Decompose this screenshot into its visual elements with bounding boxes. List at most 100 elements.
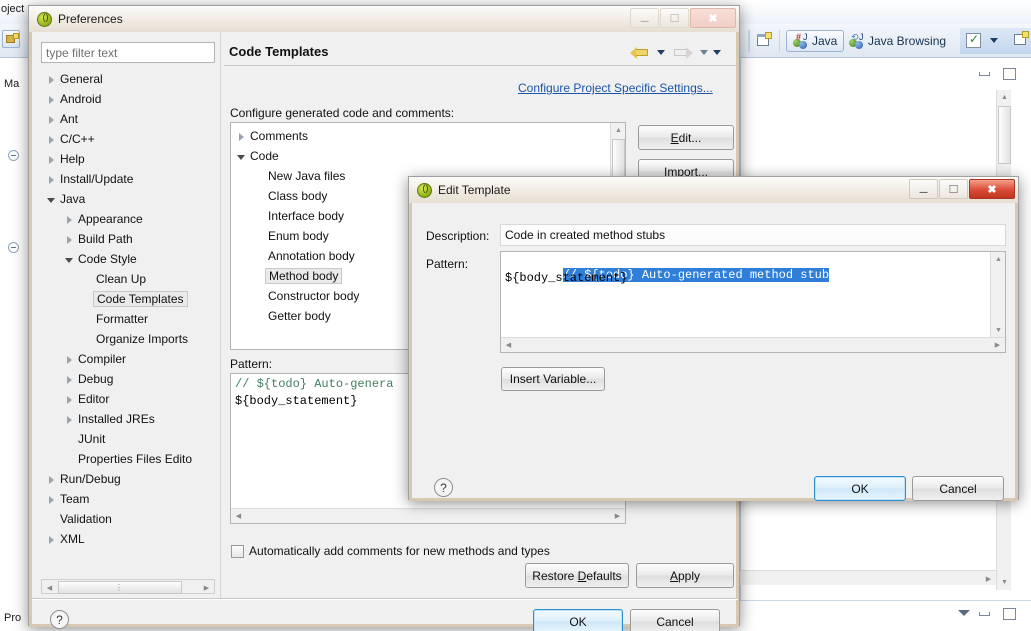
chevron-right-icon[interactable] xyxy=(45,173,58,186)
tree-collapse-icon-2[interactable] xyxy=(8,242,19,253)
edit-template-button[interactable]: Edit... xyxy=(638,125,734,150)
sidebar-item-android[interactable]: Android xyxy=(41,89,215,109)
sidebar-item-ant[interactable]: Ant xyxy=(41,109,215,129)
toolbar-dropdown-icon[interactable] xyxy=(990,38,998,43)
minimize-view-icon[interactable] xyxy=(979,72,990,76)
preferences-category-tree[interactable]: General Android Ant C/C++ Help Install/Update… xyxy=(41,69,215,577)
new-window-icon[interactable] xyxy=(756,32,773,49)
chevron-right-icon[interactable] xyxy=(63,233,76,246)
description-input[interactable]: Code in created method stubs xyxy=(500,224,1006,246)
sidebar-item-java[interactable]: Java xyxy=(41,189,215,209)
pattern-scroll-left-arrow[interactable]: ◀ xyxy=(231,509,246,523)
restore-defaults-button[interactable]: Restore Defaults xyxy=(525,563,629,588)
sidebar-item-code-templates[interactable]: Code Templates xyxy=(41,289,215,309)
maximize-icon[interactable]: ☐ xyxy=(939,179,968,199)
sidebar-item-xml[interactable]: XML xyxy=(41,529,215,549)
chevron-right-icon[interactable] xyxy=(63,413,76,426)
sidebar-item-clean-up[interactable]: Clean Up xyxy=(41,269,215,289)
chevron-right-icon[interactable] xyxy=(45,493,58,506)
minimize-icon[interactable]: ⚊ xyxy=(630,8,659,28)
pattern-editor-vscrollbar[interactable]: ▲ ▼ xyxy=(990,252,1005,338)
preferences-titlebar[interactable]: Preferences ⚊ ☐ ✖ xyxy=(29,6,739,32)
tree-collapse-icon-1[interactable] xyxy=(8,150,19,161)
view-menu-icon[interactable] xyxy=(713,50,721,55)
sidebar-item-compiler[interactable]: Compiler xyxy=(41,349,215,369)
editor-horizontal-scrollbar[interactable]: ▶ xyxy=(740,570,996,585)
forward-arrow-icon[interactable] xyxy=(673,45,693,60)
pattern-editor-scroll-left-arrow[interactable]: ◀ xyxy=(501,338,516,352)
help-icon[interactable]: ? xyxy=(50,610,69,629)
category-tree-hscrollbar[interactable]: ◀ ⋮ ▶ xyxy=(41,579,215,594)
sidebar-item-code-style[interactable]: Code Style xyxy=(41,249,215,269)
chevron-right-icon[interactable] xyxy=(45,133,58,146)
preferences-ok-button[interactable]: OK xyxy=(533,609,623,631)
close-icon[interactable]: ✖ xyxy=(690,8,736,28)
chevron-right-icon[interactable] xyxy=(63,373,76,386)
back-arrow-icon[interactable] xyxy=(630,45,650,60)
pattern-preview-hscrollbar[interactable]: ◀ ▶ xyxy=(231,508,625,523)
templates-scroll-up-arrow[interactable]: ▲ xyxy=(611,123,625,138)
ide-bottom-tab-label[interactable]: Pro xyxy=(4,612,21,624)
help-icon[interactable]: ? xyxy=(434,478,453,497)
sidebar-item-appearance[interactable]: Appearance xyxy=(41,209,215,229)
chevron-right-icon[interactable] xyxy=(235,130,248,143)
chevron-right-icon[interactable] xyxy=(63,353,76,366)
minimize-icon[interactable]: ⚊ xyxy=(909,179,938,199)
new-package-toolbar-icon[interactable] xyxy=(2,30,20,48)
configure-project-specific-settings-link[interactable]: Configure Project Specific Settings... xyxy=(518,81,713,95)
perspective-button-java[interactable]: # J Java xyxy=(786,30,845,52)
new-package-icon[interactable] xyxy=(1013,31,1030,48)
pattern-editor[interactable]: // ${todo} Auto-generated method stub ${… xyxy=(500,251,1006,353)
scroll-left-arrow[interactable]: ◀ xyxy=(42,580,57,595)
maximize-view-icon[interactable] xyxy=(1003,68,1016,80)
sidebar-item-validation[interactable]: Validation xyxy=(41,509,215,529)
sidebar-item-formatter[interactable]: Formatter xyxy=(41,309,215,329)
chevron-right-icon[interactable] xyxy=(45,153,58,166)
sidebar-item-install-update[interactable]: Install/Update xyxy=(41,169,215,189)
chevron-right-icon[interactable] xyxy=(45,473,58,486)
pattern-editor-scroll-up-arrow[interactable]: ▲ xyxy=(991,252,1005,267)
sidebar-item-team[interactable]: Team xyxy=(41,489,215,509)
template-item-comments[interactable]: Comments xyxy=(231,126,610,146)
sidebar-item-junit[interactable]: JUnit xyxy=(41,429,215,449)
preferences-cancel-button[interactable]: Cancel xyxy=(630,609,720,631)
chevron-right-icon[interactable] xyxy=(45,113,58,126)
scroll-down-arrow[interactable]: ▼ xyxy=(997,575,1012,590)
auto-comments-checkbox-row[interactable]: Automatically add comments for new metho… xyxy=(231,544,550,558)
maximize-icon[interactable]: ☐ xyxy=(660,8,689,28)
apply-button[interactable]: Apply xyxy=(636,563,734,588)
perspective-button-java-browsing[interactable]: ⟲ J Java Browsing xyxy=(843,30,952,52)
sidebar-item-c-c[interactable]: C/C++ xyxy=(41,129,215,149)
chevron-right-icon[interactable] xyxy=(45,93,58,106)
sidebar-item-general[interactable]: General xyxy=(41,69,215,89)
scroll-right-arrow[interactable]: ▶ xyxy=(981,571,996,586)
checkmark-toolbar-icon[interactable]: ✓ xyxy=(966,32,981,48)
sidebar-item-debug[interactable]: Debug xyxy=(41,369,215,389)
chevron-down-icon[interactable] xyxy=(235,150,248,163)
edit-template-cancel-button[interactable]: Cancel xyxy=(912,476,1004,501)
insert-variable-button[interactable]: Insert Variable... xyxy=(501,367,605,391)
sidebar-item-installed-jres[interactable]: Installed JREs xyxy=(41,409,215,429)
sidebar-item-editor[interactable]: Editor xyxy=(41,389,215,409)
edit-template-ok-button[interactable]: OK xyxy=(814,476,906,501)
chevron-right-icon[interactable] xyxy=(45,73,58,86)
close-icon[interactable]: ✖ xyxy=(969,179,1015,199)
pattern-scroll-right-arrow[interactable]: ▶ xyxy=(610,509,625,523)
back-dropdown-icon[interactable] xyxy=(657,50,665,55)
template-item-code[interactable]: Code xyxy=(231,146,610,166)
preferences-splitter[interactable] xyxy=(220,32,221,598)
maximize-bottom-view-icon-2[interactable] xyxy=(1003,608,1016,620)
sidebar-item-run-debug[interactable]: Run/Debug xyxy=(41,469,215,489)
pattern-editor-scroll-right-arrow[interactable]: ▶ xyxy=(990,338,1005,352)
sidebar-item-help[interactable]: Help xyxy=(41,149,215,169)
view-menu-caret-icon-2[interactable] xyxy=(958,610,970,616)
auto-comments-checkbox[interactable] xyxy=(231,544,244,558)
chevron-down-icon[interactable] xyxy=(63,253,76,266)
forward-dropdown-icon[interactable] xyxy=(700,50,708,55)
minimize-bottom-view-icon-2[interactable] xyxy=(979,612,990,616)
chevron-right-icon[interactable] xyxy=(45,533,58,546)
edit-template-titlebar[interactable]: Edit Template ⚊ ☐ ✖ xyxy=(409,177,1018,203)
category-scroll-thumb[interactable]: ⋮ xyxy=(58,581,182,594)
chevron-right-icon[interactable] xyxy=(63,393,76,406)
chevron-down-icon[interactable] xyxy=(45,193,58,206)
